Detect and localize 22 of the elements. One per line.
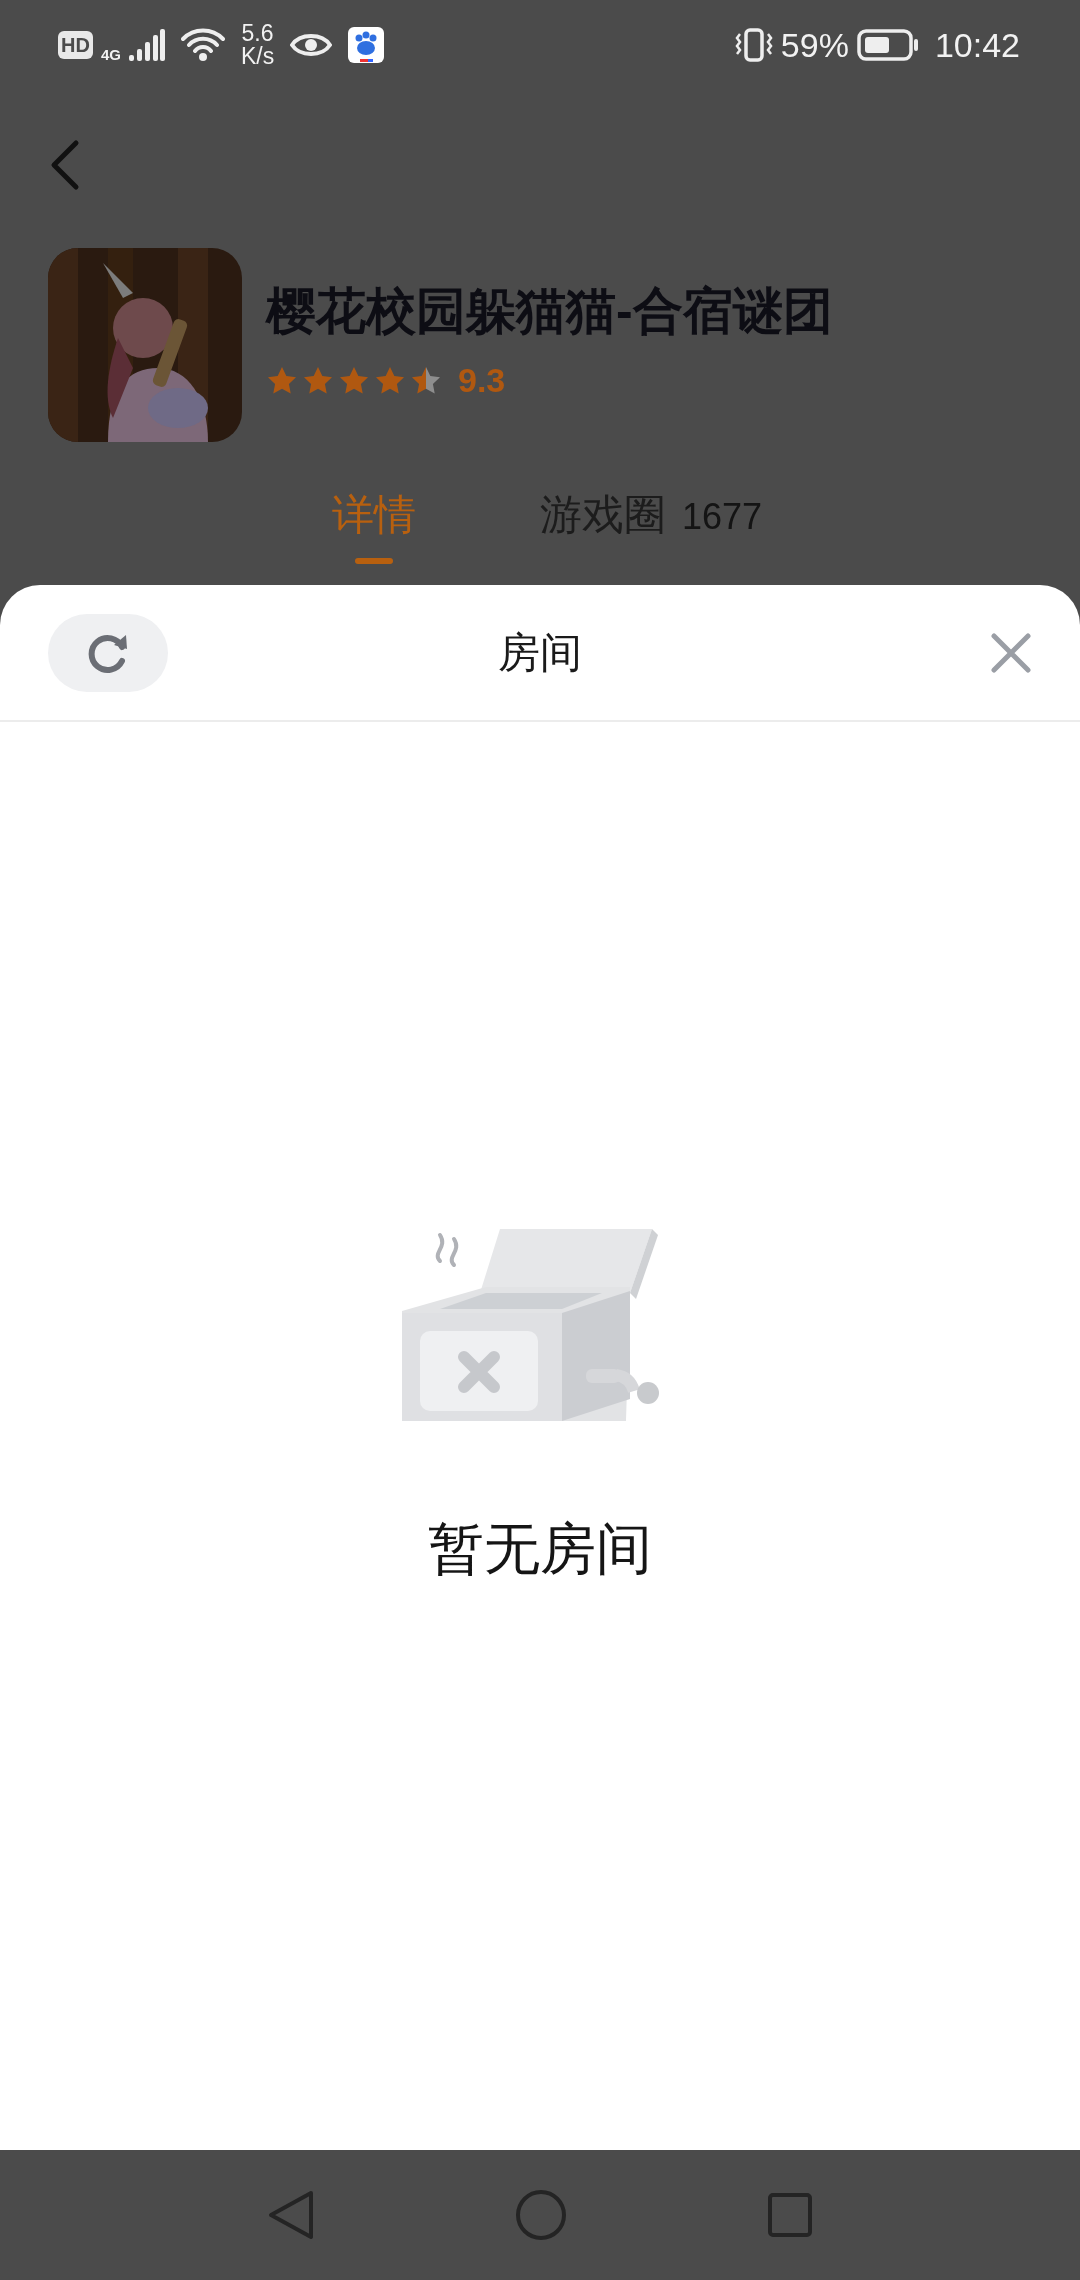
back-nav-button[interactable]: [267, 2189, 315, 2241]
eye-icon: [290, 31, 333, 59]
paw-app-icon: [348, 27, 385, 63]
rating-score: 9.3: [458, 360, 506, 401]
empty-message: 暂无房间: [428, 1516, 652, 1582]
battery-percentage: 59%: [780, 24, 849, 66]
home-nav-button[interactable]: [515, 2189, 567, 2241]
tab[interactable]: 详情: [332, 490, 416, 565]
sheet-title: 房间: [498, 628, 582, 678]
post-count: 1677: [682, 495, 763, 539]
close-button[interactable]: [990, 631, 1032, 674]
signal-icon: [128, 29, 165, 61]
clock-time: 10:42: [934, 24, 1020, 66]
vibrate-icon: [734, 28, 773, 62]
recents-nav-button[interactable]: [767, 2192, 813, 2238]
network-type: 4G: [100, 45, 121, 65]
hd-indicator: HD: [58, 31, 93, 59]
speed-unit: K/s: [240, 45, 275, 68]
network-speed: 5.6: [241, 22, 274, 45]
battery-icon: [856, 29, 919, 61]
wifi-icon: [180, 28, 225, 62]
game-title: 樱花校园躲猫猫-合宿谜团: [266, 284, 833, 339]
